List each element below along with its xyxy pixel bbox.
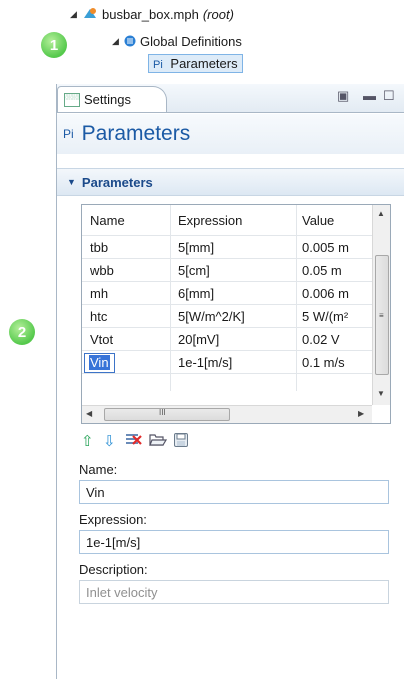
section-header-parameters[interactable]: ▼ Parameters <box>57 168 404 196</box>
cell-value: 0.006 m <box>302 286 349 301</box>
parameters-table: Name Expression Value tbb 5[mm] 0.005 m … <box>81 204 391 424</box>
scroll-left-icon[interactable]: ◀ <box>86 409 92 418</box>
column-header-name[interactable]: Name <box>90 205 125 235</box>
scroll-down-icon[interactable]: ▼ <box>377 389 385 398</box>
grip-icon: ≡ <box>379 311 384 320</box>
selected-text: Vin <box>89 355 110 370</box>
view-icon[interactable]: ▣ <box>337 88 349 104</box>
model-icon <box>82 7 98 21</box>
tree-global-definitions-label: Global Definitions <box>140 33 242 49</box>
save-icon[interactable] <box>173 432 189 452</box>
horizontal-scrollbar[interactable]: ◀ III ▶ <box>82 405 372 423</box>
cell-name: Vtot <box>90 332 114 347</box>
tab-settings-label: Settings <box>84 92 131 107</box>
tree-parameters-label: Parameters <box>170 55 238 71</box>
cell-name: htc <box>90 309 108 324</box>
cell-expression: 5[cm] <box>178 263 210 278</box>
folder-open-icon[interactable] <box>149 432 168 452</box>
step-badge-2: 2 <box>9 319 35 345</box>
collapse-triangle-icon[interactable]: ▼ <box>67 177 76 187</box>
scroll-up-icon[interactable]: ▲ <box>377 209 385 218</box>
table-row[interactable]: Vin 1e-1[m/s] 0.1 m/s <box>82 350 372 374</box>
cell-value: 0.02 V <box>302 332 340 347</box>
page-title-bar: Pi Parameters <box>57 114 404 154</box>
cell-expression: 1e-1[m/s] <box>178 355 233 370</box>
cell-value: 0.005 m <box>302 240 349 255</box>
table-row[interactable]: Vtot 20[mV] 0.02 V <box>82 327 372 351</box>
table-row[interactable]: wbb 5[cm] 0.05 m <box>82 258 372 282</box>
tree-root-suffix: (root) <box>202 6 234 22</box>
column-header-expression[interactable]: Expression <box>178 205 242 235</box>
delete-icon[interactable] <box>125 432 143 452</box>
cell-expression: 5[W/m^2/K] <box>178 309 245 324</box>
table-row[interactable]: tbb 5[mm] 0.005 m <box>82 235 372 259</box>
cell-value: 0.05 m <box>302 263 342 278</box>
table-row[interactable]: htc 5[W/m^2/K] 5 W/(m² <box>82 304 372 328</box>
cell-expression: 20[mV] <box>178 332 220 347</box>
name-field[interactable]: Vin <box>79 480 389 504</box>
tab-settings[interactable]: ░░░ Settings <box>57 86 167 112</box>
table-row[interactable]: mh 6[mm] 0.006 m <box>82 281 372 305</box>
horizontal-scroll-thumb[interactable]: III <box>104 408 230 421</box>
description-field[interactable]: Inlet velocity <box>79 580 389 604</box>
cell-name: wbb <box>90 263 114 278</box>
list-icon <box>124 35 136 47</box>
arrow-down-icon[interactable]: ⇩ <box>103 432 116 450</box>
cell-name: mh <box>90 286 109 301</box>
page-title: Parameters <box>81 122 191 145</box>
vertical-scrollbar[interactable]: ▲ ≡ ▼ <box>372 205 390 405</box>
minimize-icon[interactable]: ▬ <box>363 88 376 103</box>
table-row-empty[interactable] <box>82 373 372 392</box>
parameters-icon: Pi <box>153 58 163 71</box>
tab-bar: ░░░ Settings ▣ ▬ ☐ <box>57 84 404 113</box>
grip-icon: III <box>159 408 166 417</box>
cell-value: 5 W/(m² <box>302 309 349 324</box>
tree-node-global-definitions[interactable]: ◢ Global Definitions <box>112 31 242 51</box>
description-label: Description: <box>79 562 148 577</box>
settings-window: ░░░ Settings ▣ ▬ ☐ Pi Parameters ▼ Param… <box>56 84 404 679</box>
cell-name-editing[interactable]: Vin <box>84 351 115 374</box>
expression-field[interactable]: 1e-1[m/s] <box>79 530 389 554</box>
parameters-title-icon: Pi <box>63 127 74 141</box>
expression-label: Expression: <box>79 512 147 527</box>
cell-editor[interactable]: Vin <box>84 352 115 373</box>
maximize-icon[interactable]: ☐ <box>383 88 395 104</box>
scroll-right-icon[interactable]: ▶ <box>358 409 364 418</box>
tree-parameters-selection: Pi Parameters <box>148 53 243 73</box>
step-badge-1: 1 <box>41 32 67 58</box>
section-title: Parameters <box>81 174 153 190</box>
tree-root-label: busbar_box.mph <box>102 6 199 22</box>
tree-node-root[interactable]: ◢ busbar_box.mph (root) <box>70 4 234 24</box>
column-header-value[interactable]: Value <box>302 205 334 235</box>
expand-triangle-icon[interactable]: ◢ <box>112 36 124 47</box>
cell-expression: 5[mm] <box>178 240 215 255</box>
name-label: Name: <box>79 462 118 477</box>
tree-node-parameters[interactable]: Pi Parameters <box>148 53 243 73</box>
cell-value: 0.1 m/s <box>302 355 345 370</box>
cell-expression: 6[mm] <box>178 286 215 301</box>
arrow-up-icon[interactable]: ⇧ <box>81 432 94 450</box>
settings-tab-icon: ░░░ <box>64 92 80 107</box>
expand-triangle-icon[interactable]: ◢ <box>70 9 82 20</box>
cell-name: tbb <box>90 240 109 255</box>
